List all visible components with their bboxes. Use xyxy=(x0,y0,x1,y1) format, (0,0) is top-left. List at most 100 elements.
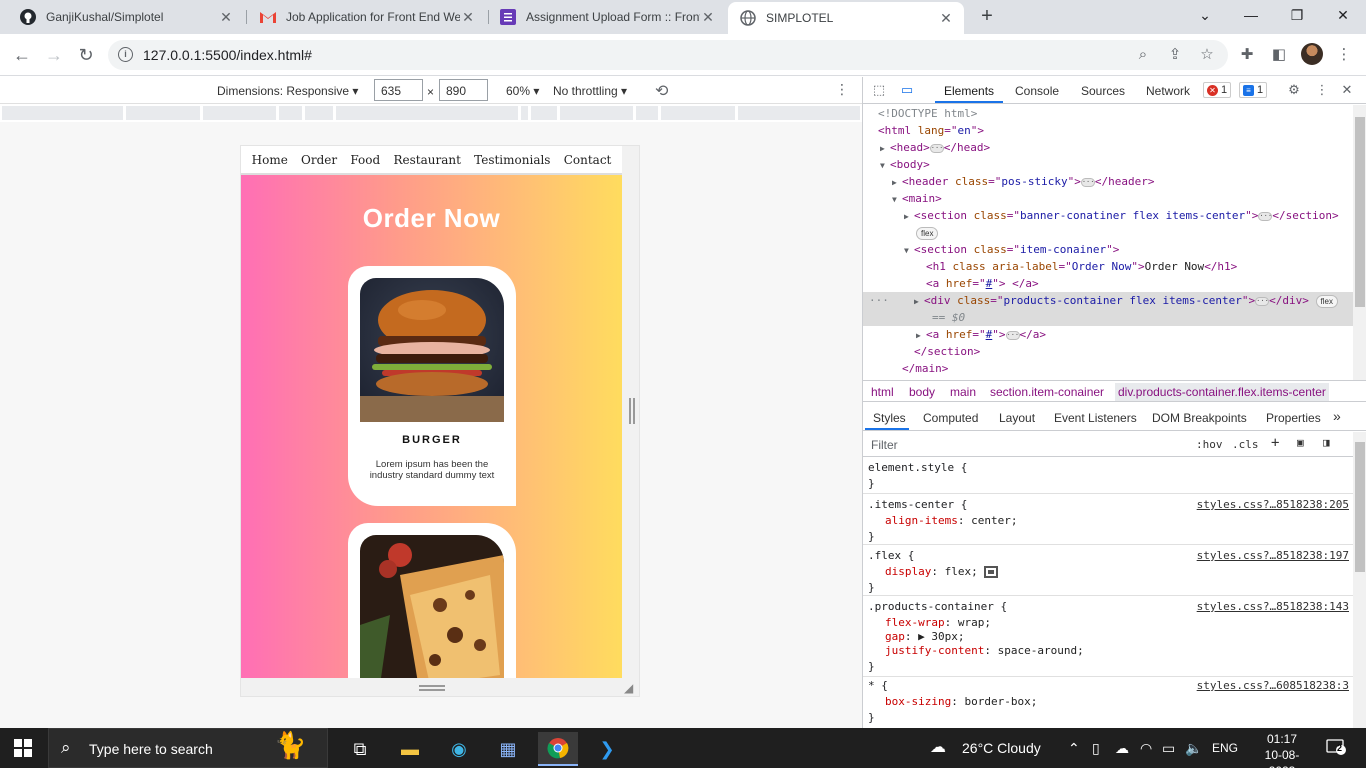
crumb-products-container[interactable]: div.products-container.flex.items-center xyxy=(1115,383,1329,401)
subtab-properties[interactable]: Properties xyxy=(1266,411,1321,425)
rule-source-link[interactable]: styles.css?…8518238:143 xyxy=(1197,599,1349,615)
address-bar[interactable]: i 127.0.0.1:5500/index.html# ⌕ ⇪ ☆ xyxy=(108,40,1228,70)
media-query-bar[interactable] xyxy=(2,106,123,120)
new-rule-icon[interactable]: + xyxy=(1271,435,1279,451)
media-query-bar[interactable] xyxy=(560,106,633,120)
dom-banner-section[interactable]: ▶ <section class="banner-conatiner flex i… xyxy=(863,207,1353,224)
media-query-bar[interactable] xyxy=(636,106,658,120)
inspect-element-icon[interactable]: ⬚ xyxy=(871,82,887,98)
weather-text[interactable]: 26°C Cloudy xyxy=(962,728,1041,768)
dom-scrollbar[interactable] xyxy=(1353,105,1366,380)
rule-products-container[interactable]: .products-container { styles.css?…851823… xyxy=(863,597,1353,677)
rule-flex[interactable]: .flex { styles.css?…8518238:197 display:… xyxy=(863,546,1353,596)
vscode-icon[interactable]: ❯ xyxy=(587,732,627,766)
media-query-bar[interactable] xyxy=(661,106,735,120)
nav-home[interactable]: Home xyxy=(252,153,288,167)
media-query-bar[interactable] xyxy=(305,106,333,120)
tab-console[interactable]: Console xyxy=(1015,84,1059,98)
width-input[interactable]: 635 xyxy=(374,79,423,101)
style-property[interactable]: justify-content: space-around; xyxy=(885,643,1084,659)
weather-icon[interactable]: ☁ xyxy=(930,728,946,768)
message-badge[interactable]: ≡ 1 xyxy=(1239,82,1268,98)
tab-assignment[interactable]: Assignment Upload Form :: Front ✕ xyxy=(488,0,726,34)
rotate-icon[interactable]: ⟲ xyxy=(655,81,668,101)
clock[interactable]: 01:17 10-08-2023 xyxy=(1252,731,1312,779)
store-icon[interactable]: ▦ xyxy=(488,732,528,766)
dom-html[interactable]: <html lang="en"> xyxy=(863,122,1353,139)
volume-icon[interactable]: 🔈 xyxy=(1185,728,1202,768)
extensions-icon[interactable]: ✚ xyxy=(1237,45,1257,65)
windows-start-icon[interactable] xyxy=(14,739,32,757)
height-input[interactable]: 890 xyxy=(439,79,488,101)
rule-source-link[interactable]: styles.css?…8518238:205 xyxy=(1197,497,1349,513)
nav-order[interactable]: Order xyxy=(301,153,337,167)
error-badge[interactable]: ✕ 1 xyxy=(1203,82,1232,98)
task-view-icon[interactable]: ⧉ xyxy=(340,732,380,766)
media-query-bar[interactable] xyxy=(738,106,860,120)
reload-icon[interactable]: ↻ xyxy=(74,43,98,67)
dom-section-close[interactable]: </section> xyxy=(863,343,1353,360)
minimize-icon[interactable]: — xyxy=(1228,0,1274,30)
media-query-bar[interactable] xyxy=(279,106,302,120)
toggle-sidebar-icon[interactable]: ◨ xyxy=(1323,436,1330,449)
resize-handle-bottom[interactable] xyxy=(419,685,445,691)
onedrive-icon[interactable]: ☁ xyxy=(1115,728,1129,768)
subtab-layout[interactable]: Layout xyxy=(999,411,1035,425)
chrome-icon[interactable] xyxy=(538,732,578,766)
hov-toggle[interactable]: :hov xyxy=(1196,438,1223,451)
file-explorer-icon[interactable]: ▬ xyxy=(390,732,430,766)
paint-icon[interactable]: ▣ xyxy=(1297,436,1304,449)
crumb-section[interactable]: section.item-conainer xyxy=(990,385,1104,399)
nav-restaurant[interactable]: Restaurant xyxy=(393,153,460,167)
wifi-icon[interactable]: ◠ xyxy=(1140,728,1152,768)
rule-source-link[interactable]: styles.css?…608518238:3 xyxy=(1197,678,1349,694)
product-card-pizza[interactable] xyxy=(348,523,516,678)
tab-sources[interactable]: Sources xyxy=(1081,84,1125,98)
side-panel-icon[interactable]: ◧ xyxy=(1269,45,1289,65)
close-window-icon[interactable]: ✕ xyxy=(1320,0,1366,30)
resize-corner-icon[interactable]: ◢ xyxy=(624,681,638,695)
language-indicator[interactable]: ENG xyxy=(1212,728,1238,768)
dom-products-container[interactable]: ··· ▶ <div class="products-container flex … xyxy=(863,292,1353,309)
close-icon[interactable]: ✕ xyxy=(218,9,234,26)
zoom-dropdown[interactable]: 60% ▾ xyxy=(506,84,539,98)
bookmark-star-icon[interactable]: ☆ xyxy=(1198,46,1216,64)
media-query-bar[interactable] xyxy=(336,106,518,120)
more-tabs-icon[interactable]: » xyxy=(1333,408,1341,424)
close-icon[interactable]: ✕ xyxy=(700,9,716,26)
close-devtools-icon[interactable]: ✕ xyxy=(1339,82,1355,98)
dom-body[interactable]: ▼ <body> xyxy=(863,156,1353,173)
forward-icon[interactable]: → xyxy=(42,43,66,67)
profile-avatar[interactable] xyxy=(1301,43,1323,65)
notification-icon[interactable]: 2 xyxy=(1326,738,1346,758)
nav-testimonials[interactable]: Testimonials xyxy=(474,153,550,167)
crumb-body[interactable]: body xyxy=(909,385,935,399)
rule-universal[interactable]: * { styles.css?…608518238:3 box-sizing: … xyxy=(863,678,1353,728)
tab-simplotel[interactable]: SIMPLOTEL ✕ xyxy=(728,2,964,34)
tray-chevron-icon[interactable]: ⌃ xyxy=(1068,728,1080,768)
style-property[interactable]: display: flex; xyxy=(885,564,999,580)
battery-icon[interactable]: ▭ xyxy=(1162,728,1175,768)
more-options-icon[interactable]: ⋮ xyxy=(835,81,849,98)
rule-element-style[interactable]: element.style { } xyxy=(863,458,1353,494)
new-tab-button[interactable]: + xyxy=(976,5,998,27)
dom-main[interactable]: ▼ <main> xyxy=(863,190,1353,207)
nav-contact[interactable]: Contact xyxy=(564,153,612,167)
dom-head[interactable]: ▶ <head>···</head> xyxy=(863,139,1353,156)
zoom-icon[interactable]: ⌕ xyxy=(1134,46,1152,64)
throttling-dropdown[interactable]: No throttling ▾ xyxy=(553,84,627,98)
dom-flex-badge[interactable]: flex xyxy=(863,224,1353,241)
subtab-event-listeners[interactable]: Event Listeners xyxy=(1054,411,1137,425)
tab-gmail[interactable]: Job Application for Front End We ✕ xyxy=(248,0,486,34)
dom-main-close[interactable]: </main> xyxy=(863,360,1353,377)
tab-elements[interactable]: Elements xyxy=(944,84,994,98)
rule-items-center[interactable]: .items-center { styles.css?…8518238:205 … xyxy=(863,495,1353,545)
edge-icon[interactable]: ◉ xyxy=(439,732,479,766)
media-query-bar[interactable] xyxy=(531,106,557,120)
cls-toggle[interactable]: .cls xyxy=(1232,438,1259,451)
tab-search-icon[interactable]: ⌄ xyxy=(1182,0,1228,30)
dimensions-dropdown[interactable]: Dimensions: Responsive ▾ xyxy=(217,84,358,98)
dom-item-section[interactable]: ▼ <section class="item-conainer"> xyxy=(863,241,1353,258)
flex-editor-icon[interactable] xyxy=(984,566,999,578)
settings-gear-icon[interactable]: ⚙ xyxy=(1286,82,1302,98)
